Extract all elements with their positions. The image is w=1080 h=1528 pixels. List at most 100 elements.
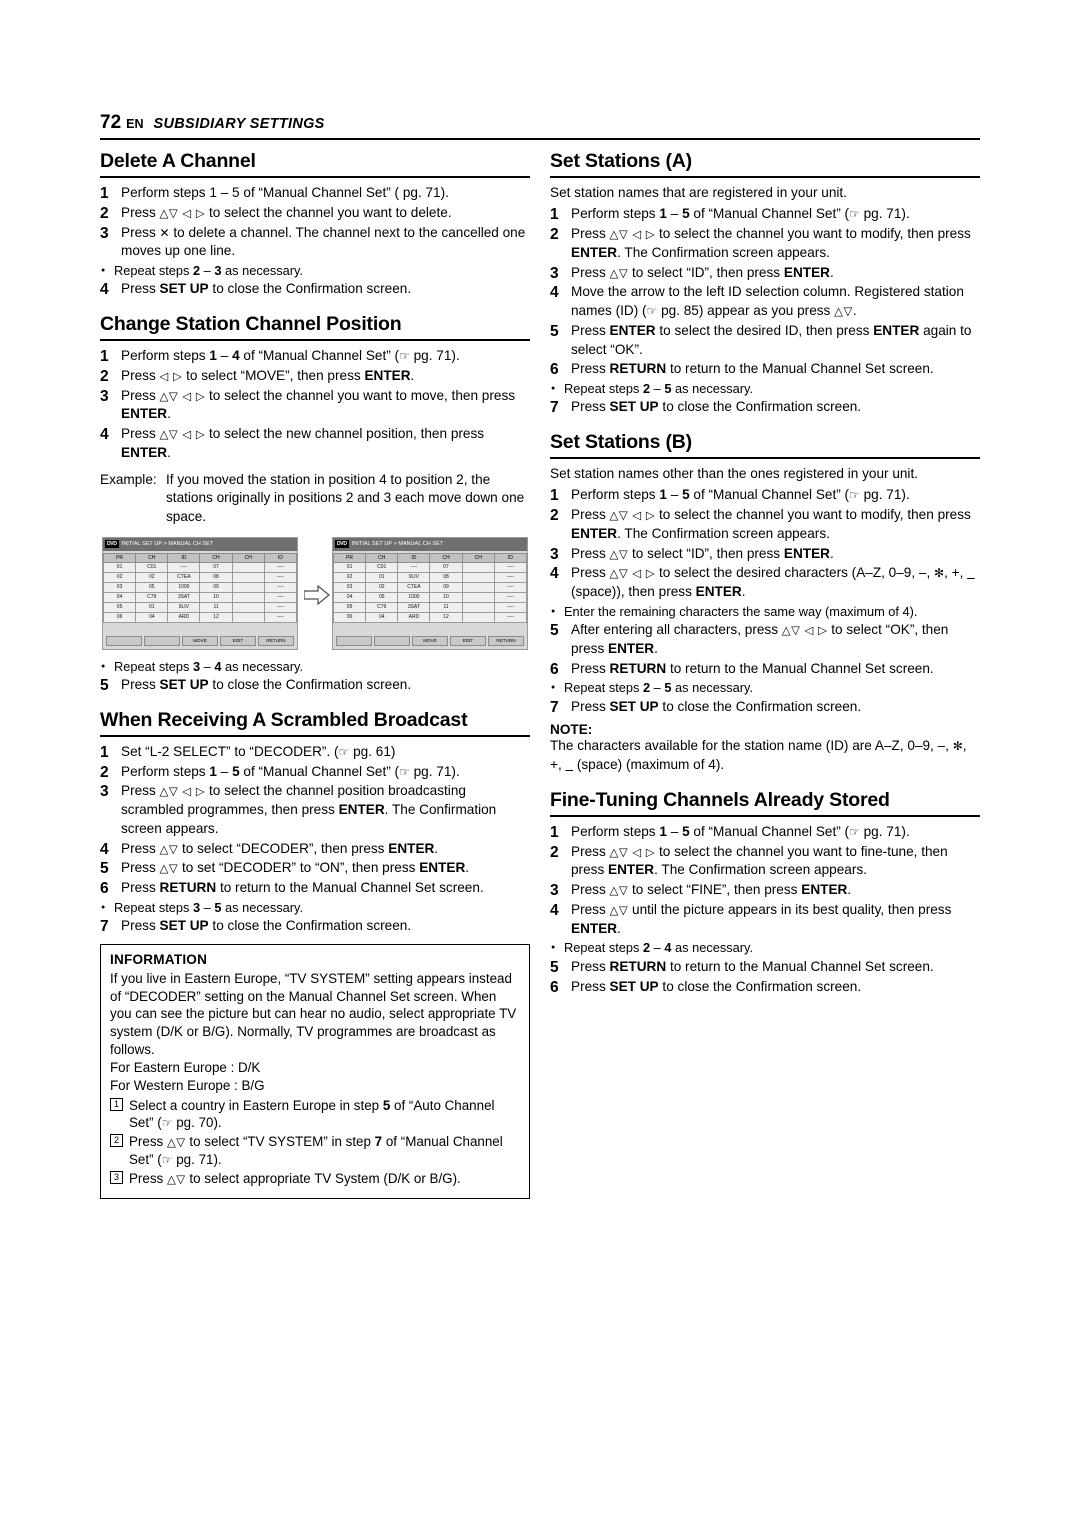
osd-button[interactable] [374,635,410,646]
arrow-keys-icon: △▽ ◁ ▷ [781,623,828,638]
step-number: 2 [550,843,559,861]
osd-cell: 1000 [397,591,431,603]
step-item: 3 Press ✕ to delete a channel. The channe… [100,224,530,262]
osd-row: 06 04 ARD 12 ---- [102,611,298,623]
osd-cell: 06 [332,611,367,623]
manual-page: 72 EN SUBSIDIARY SETTINGS Delete A Chann… [0,0,1080,1528]
dvd-logo-icon: DVD [335,540,349,549]
section-heading: Set Stations (A) [550,150,692,172]
arrow-keys-icon: △▽ ◁ ▷ [159,784,206,799]
step-text: Press SET UP to close the Confirmation s… [121,677,412,693]
osd-button-edit[interactable]: EDIT [220,635,256,646]
step-text: Perform steps 1 – 5 of “Manual Channel S… [571,206,910,222]
step-text: Press △▽ ◁ ▷ to select the channel you w… [571,843,948,878]
osd-cell: 05 [135,581,169,593]
osd-button-return[interactable]: RETURN [258,635,294,646]
pointer-icon: ☞ [849,824,860,839]
step-text: Press △▽ ◁ ▷ to select the channel you w… [571,507,971,541]
step-number: 4 [550,901,559,919]
osd-col-header: CH [429,552,463,563]
osd-cell: 07 [429,561,463,573]
osd-cell: 04 [102,591,137,603]
osd-cell: 3SAT [397,601,431,613]
step-item: 3 Press △▽ to select “ID”, then press ENT… [550,264,980,283]
note-heading: NOTE: [550,722,593,738]
step-number: 6 [550,361,559,379]
osd-cell [231,581,265,593]
step-item: 5 Press △▽ to set “DECODER” to “ON”, then… [100,859,530,878]
step-list-tail: 7 Press SET UP to close the Confirmation … [100,917,530,936]
osd-col-header: PR [332,552,367,563]
osd-cell: 1000 [167,581,201,593]
osd-button-return[interactable]: RETURN [488,635,524,646]
section-intro: Set station names other than the ones re… [550,466,919,482]
osd-button[interactable] [336,635,372,646]
step-number: 3 [550,545,559,563]
osd-button-edit[interactable]: EDIT [450,635,486,646]
osd-cell: 07 [199,561,233,573]
osd-cell: 9LIV [397,571,431,583]
step-item: 3 Press △▽ ◁ ▷ to select the channel posi… [100,782,530,838]
step-text: Press △▽ to select “ID”, then press ENTE… [571,545,834,561]
step-item: 4 Press △▽ until the picture appears in i… [550,901,980,939]
pointer-icon: ☞ [849,207,860,222]
osd-cell: C01 [365,561,399,573]
step-text: Press △▽ to select “FINE”, then press EN… [571,882,852,898]
arrow-keys-icon: △▽ ◁ ▷ [159,388,206,403]
step-item: 6 Press RETURN to return to the Manual Ch… [550,360,980,379]
osd-cell [461,581,495,593]
step-item: 3 Press △▽ to select “FINE”, then press E… [550,881,980,900]
osd-row: 02 01 9LIV 08 ---- [332,571,528,583]
osd-cell: 10 [429,591,463,603]
osd-cell: C01 [135,561,169,573]
step-number: 1 [100,348,109,366]
osd-cell: 04 [135,611,169,623]
osd-cell: 02 [135,571,169,583]
osd-col-header: PR [102,552,137,563]
pointer-icon: ☞ [338,744,350,759]
osd-col-header: ID [493,552,528,563]
osd-cell: ---- [263,601,298,613]
osd-cell: 12 [199,611,233,623]
osd-screen-after: DVD INITIAL SET UP > MANUAL CH SET PR CH… [332,536,528,650]
section-heading: Change Station Channel Position [100,313,402,336]
section-divider [100,176,530,178]
step-text: Press RETURN to return to the Manual Cha… [121,880,484,896]
step-number: 4 [100,281,109,299]
step-number: 5 [550,322,559,340]
arrow-keys-icon: △▽ [166,1172,186,1187]
step-item: 4 Press △▽ ◁ ▷ to select the desired char… [550,564,980,602]
step-number: 3 [550,264,559,282]
repeat-note: Repeat steps 2 – 5 as necessary. [550,380,980,398]
osd-cell: 12 [429,611,463,623]
osd-cell: 09 [429,581,463,593]
step-badge: 2 [110,1134,123,1148]
osd-cell: 11 [199,601,233,613]
step-number: 6 [550,978,559,996]
osd-table: PR CH ID CH CH ID 01 C01 ---- 07 ---- 02 01 9L… [332,552,528,623]
osd-row: 04 C79 3SAT 10 ---- [102,591,298,603]
repeat-note: Repeat steps 3 – 4 as necessary. [100,658,530,676]
osd-button-move[interactable]: MOVE [412,635,448,646]
osd-button[interactable] [106,635,142,646]
section-heading: Delete A Channel [100,150,256,172]
osd-button-move[interactable]: MOVE [182,635,218,646]
step-item: 7 Press SET UP to close the Confirmation … [100,917,530,936]
section-fine-tuning: Fine-Tuning Channels Already Stored 1 Per… [550,789,980,996]
step-item: 1 Set “L-2 SELECT” to “DECODER”. (☞ pg. 6… [100,743,530,762]
section-change-station-channel-position: Change Station Channel Position 1 Perform… [100,313,530,695]
step-number: 2 [100,367,109,385]
pointer-icon: ☞ [646,304,658,319]
osd-button[interactable] [144,635,180,646]
page-language: EN [126,117,144,131]
step-number: 2 [100,204,109,222]
step-text: After entering all characters, press △▽ … [571,622,949,656]
arrow-keys-icon: △▽ ◁ ▷ [159,205,206,220]
osd-cell: 01 [135,601,169,613]
osd-row: 02 02 CTEA 08 ---- [102,571,298,583]
section-intro: Set station names that are registered in… [550,185,847,200]
step-text: Press RETURN to return to the Manual Cha… [571,958,934,974]
osd-col-header: CH [199,552,233,563]
osd-cell: 9LIV [167,601,201,613]
step-text: Set “L-2 SELECT” to “DECODER”. (☞ pg. 61… [121,743,396,759]
